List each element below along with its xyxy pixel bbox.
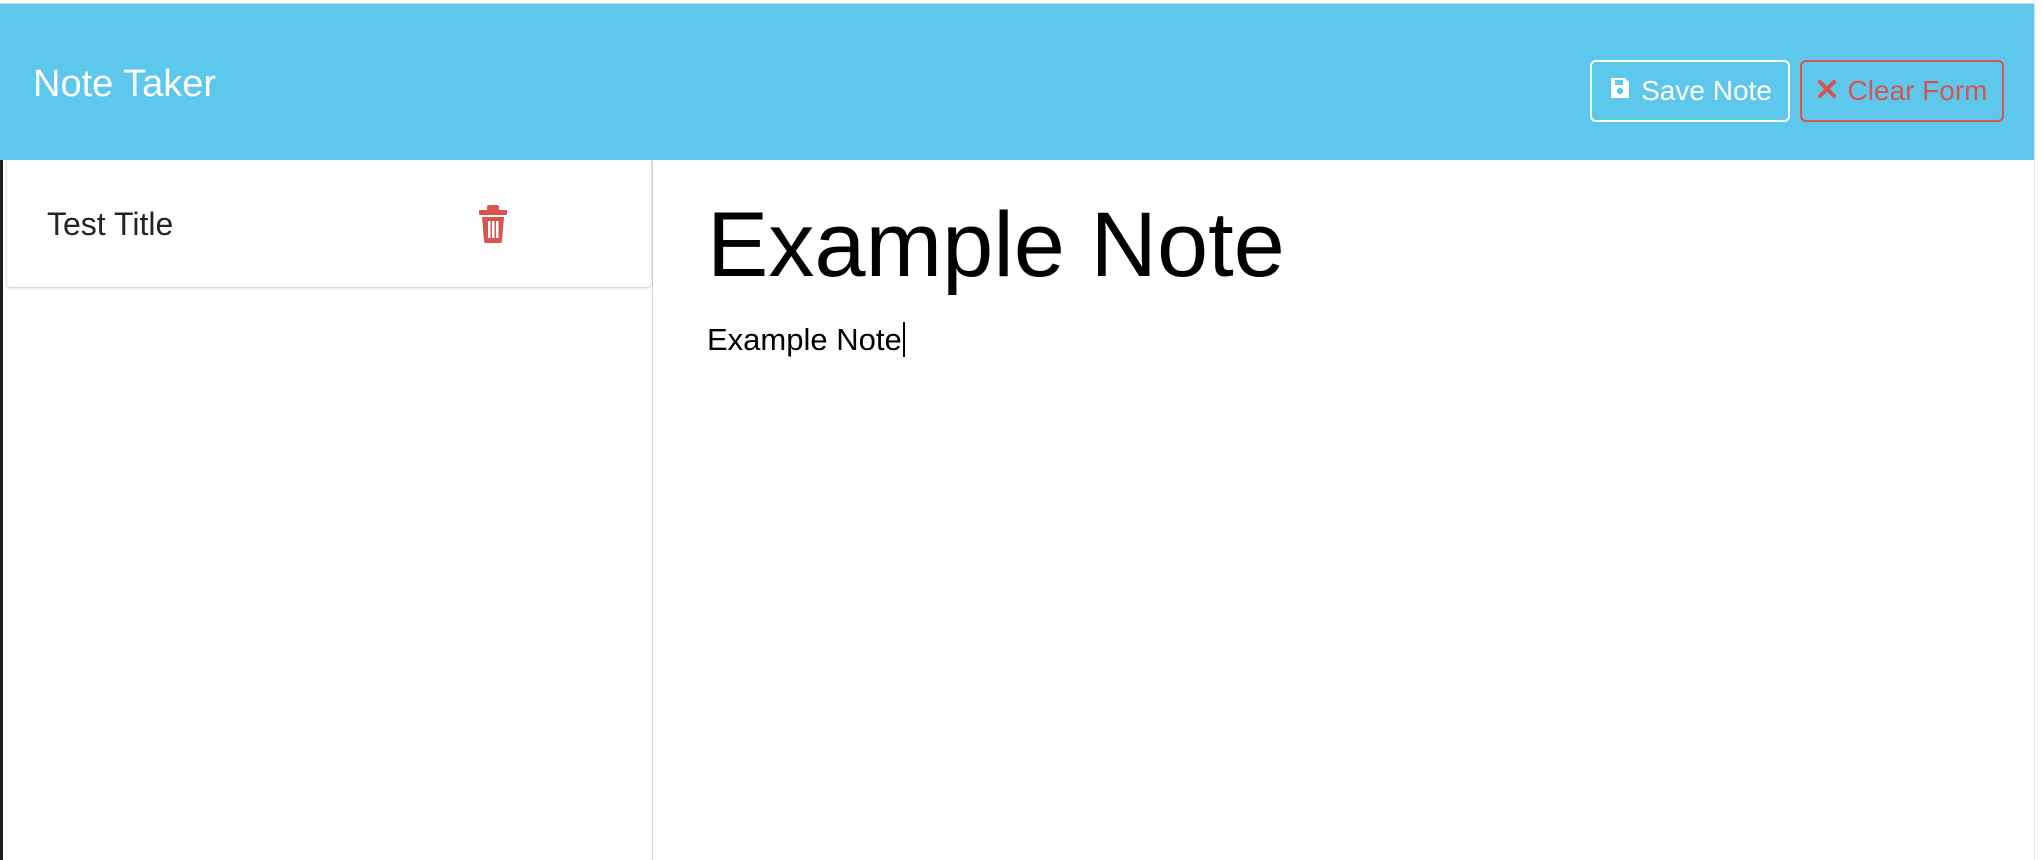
clear-form-button[interactable]: Clear Form (1800, 60, 2004, 122)
window-edge (2034, 0, 2042, 860)
note-text-area[interactable]: Example Note (707, 320, 905, 360)
text-cursor (902, 322, 905, 357)
clear-form-label: Clear Form (1847, 75, 1988, 106)
note-title-field[interactable]: Example Note (707, 190, 1285, 300)
save-note-button[interactable]: Save Note (1590, 60, 1790, 122)
app-title[interactable]: Note Taker (33, 62, 216, 106)
save-icon (1608, 75, 1632, 107)
trash-icon[interactable] (475, 202, 511, 244)
top-navbar: Note Taker Save Note Clear Form (0, 3, 2034, 160)
close-icon (1816, 75, 1838, 107)
note-taker-page: Note Taker Save Note Clear Form Test Tit (0, 0, 2042, 860)
note-text-content: Example Note (707, 322, 902, 357)
notes-sidebar: Test Title (0, 160, 653, 860)
save-note-label: Save Note (1641, 75, 1772, 106)
note-list-item[interactable]: Test Title (6, 160, 652, 288)
note-list-item-title[interactable]: Test Title (47, 205, 173, 243)
note-editor: Example Note Example Note (654, 160, 2034, 860)
